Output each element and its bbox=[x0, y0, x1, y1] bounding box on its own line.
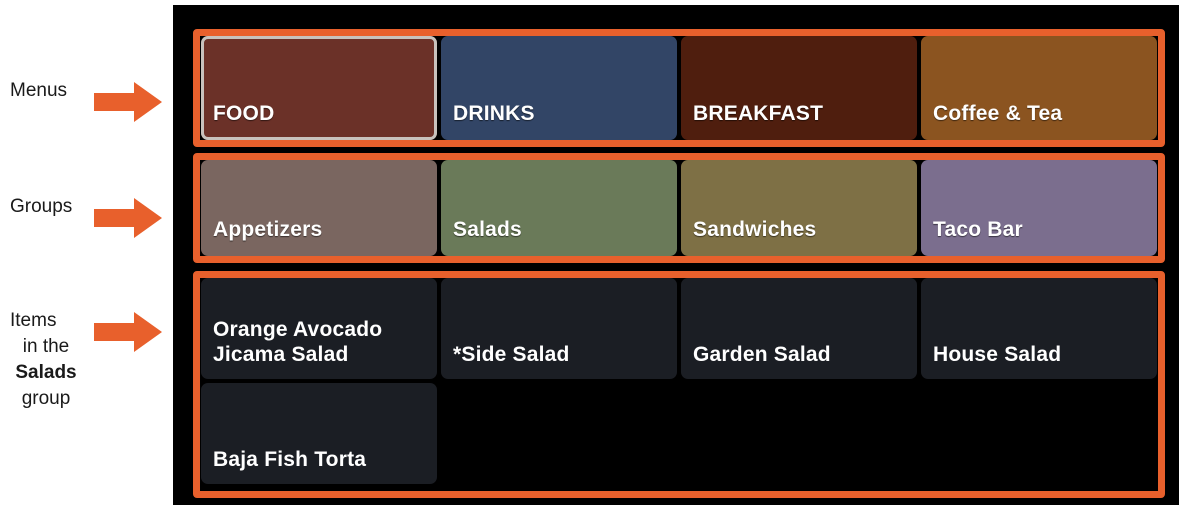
annotation-menus-label: Menus bbox=[10, 80, 68, 101]
item-button-label: Orange Avocado Jicama Salad bbox=[213, 318, 383, 366]
group-button-3[interactable]: Taco Bar bbox=[921, 160, 1157, 256]
group-button-label: Salads bbox=[453, 218, 522, 241]
annotation-items-subline-3: group bbox=[21, 388, 71, 409]
annotation-items-text: Items in the Salads group bbox=[0, 308, 92, 412]
menu-button-label: FOOD bbox=[213, 102, 275, 125]
annotation-groups-arrow-wrap bbox=[92, 194, 170, 240]
menu-button-label: Coffee & Tea bbox=[933, 102, 1063, 125]
group-button-0[interactable]: Appetizers bbox=[201, 160, 437, 256]
groups-row: Appetizers Salads Sandwiches Taco Bar bbox=[201, 160, 1157, 256]
pos-panel: FOOD DRINKS BREAKFAST Coffee & Tea Appetize… bbox=[173, 5, 1179, 505]
right-arrow-icon bbox=[94, 312, 162, 352]
group-button-1[interactable]: Salads bbox=[441, 160, 677, 256]
annotation-menus-text: Menus bbox=[0, 78, 92, 104]
menu-button-label: BREAKFAST bbox=[693, 102, 824, 125]
item-button-label: Garden Salad bbox=[693, 343, 831, 366]
item-button-1[interactable]: *Side Salad bbox=[441, 278, 677, 379]
menus-row: FOOD DRINKS BREAKFAST Coffee & Tea bbox=[201, 36, 1157, 140]
annotation-items-label: Items bbox=[10, 310, 57, 331]
group-button-label: Appetizers bbox=[213, 218, 323, 241]
item-button-4[interactable]: Baja Fish Torta bbox=[201, 383, 437, 484]
menu-button-2[interactable]: BREAKFAST bbox=[681, 36, 917, 140]
annotation-items-subline-1: in the bbox=[22, 336, 70, 357]
menu-button-1[interactable]: DRINKS bbox=[441, 36, 677, 140]
annotation-items-subline-2: Salads bbox=[15, 362, 77, 383]
item-button-label: *Side Salad bbox=[453, 343, 570, 366]
menu-button-0[interactable]: FOOD bbox=[201, 36, 437, 140]
item-button-label: House Salad bbox=[933, 343, 1062, 366]
item-button-3[interactable]: House Salad bbox=[921, 278, 1157, 379]
menu-button-label: DRINKS bbox=[453, 102, 535, 125]
annotation-menus: Menus bbox=[0, 78, 175, 124]
group-button-2[interactable]: Sandwiches bbox=[681, 160, 917, 256]
annotation-column: Menus Groups Items in the Salads group bbox=[0, 0, 175, 510]
item-button-0[interactable]: Orange Avocado Jicama Salad bbox=[201, 278, 437, 379]
annotation-groups-text: Groups bbox=[0, 194, 92, 220]
item-button-label: Baja Fish Torta bbox=[213, 448, 367, 471]
annotation-menus-arrow-wrap bbox=[92, 78, 170, 124]
annotation-groups-label: Groups bbox=[10, 196, 73, 217]
annotation-groups: Groups bbox=[0, 194, 175, 240]
right-arrow-icon bbox=[94, 198, 162, 238]
annotation-items: Items in the Salads group bbox=[0, 308, 175, 412]
right-arrow-icon bbox=[94, 82, 162, 122]
group-button-label: Sandwiches bbox=[693, 218, 817, 241]
annotation-items-arrow-wrap bbox=[92, 308, 170, 354]
items-grid: Orange Avocado Jicama Salad *Side Salad Gar… bbox=[201, 278, 1157, 491]
menu-button-3[interactable]: Coffee & Tea bbox=[921, 36, 1157, 140]
group-button-label: Taco Bar bbox=[933, 218, 1023, 241]
item-button-2[interactable]: Garden Salad bbox=[681, 278, 917, 379]
